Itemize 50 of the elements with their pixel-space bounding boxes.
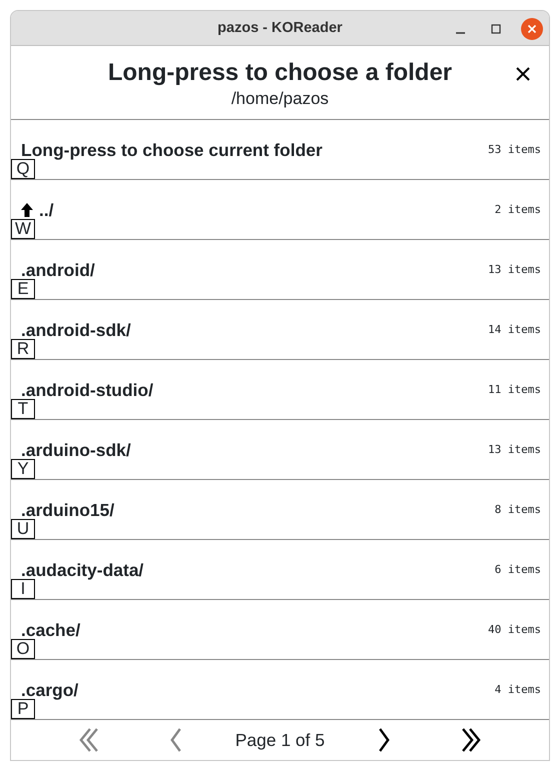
- item-count: 6 items: [494, 562, 541, 578]
- item-count: 4 items: [494, 682, 541, 698]
- folder-name: .android-sdk/: [21, 319, 131, 341]
- item-count: 8 items: [494, 502, 541, 518]
- item-count: 40 items: [488, 622, 541, 638]
- key-hint: I: [11, 579, 35, 599]
- folder-row[interactable]: .android/ 13 items E: [11, 240, 549, 300]
- folder-row[interactable]: .arduino15/ 8 items U: [11, 480, 549, 540]
- page-indicator: Page 1 of 5: [235, 728, 325, 752]
- key-hint: U: [11, 519, 35, 539]
- folder-name: .audacity-data/: [21, 559, 144, 581]
- folder-name: .cache/: [21, 619, 80, 641]
- folder-name: .android/: [21, 259, 95, 281]
- folder-name: .cargo/: [21, 679, 78, 701]
- key-hint: O: [11, 639, 35, 659]
- folder-row[interactable]: .audacity-data/ 6 items I: [11, 540, 549, 600]
- up-arrow-icon: [21, 203, 33, 217]
- folder-path: /home/pazos: [231, 89, 329, 108]
- dialog-title: Long-press to choose a folder: [108, 58, 452, 88]
- folder-name: .arduino15/: [21, 499, 114, 521]
- key-hint: T: [11, 399, 35, 419]
- choose-current-label: Long-press to choose current folder: [21, 139, 322, 161]
- minimize-icon: [456, 32, 464, 34]
- key-hint: E: [11, 279, 35, 299]
- item-count: 53 items: [488, 142, 541, 158]
- item-count: 11 items: [488, 382, 541, 398]
- key-hint: W: [11, 219, 35, 239]
- folder-row[interactable]: .cargo/ 4 items P: [11, 660, 549, 720]
- close-button[interactable]: [521, 18, 543, 40]
- folder-row[interactable]: ../ 2 items W: [11, 180, 549, 240]
- item-count: 2 items: [494, 202, 541, 218]
- item-count: 14 items: [488, 322, 541, 338]
- key-hint: Q: [11, 159, 35, 179]
- window-title: pazos - KOReader: [218, 20, 342, 36]
- folder-row[interactable]: .arduino-sdk/ 13 items Y: [11, 420, 549, 480]
- folder-name: .android-studio/: [21, 379, 154, 401]
- folder-name: .arduino-sdk/: [21, 439, 131, 461]
- maximize-icon: [491, 24, 501, 34]
- folder-row[interactable]: .android-studio/ 11 items T: [11, 360, 549, 420]
- key-hint: R: [11, 339, 35, 359]
- key-hint: Y: [11, 459, 35, 479]
- folder-row[interactable]: .cache/ 40 items O: [11, 600, 549, 660]
- folder-row[interactable]: Long-press to choose current folder 53 items Q: [11, 120, 549, 180]
- item-count: 13 items: [488, 442, 541, 458]
- folder-row[interactable]: .android-sdk/ 14 items R: [11, 300, 549, 360]
- folder-name: ../: [39, 199, 54, 221]
- close-icon[interactable]: [515, 66, 531, 82]
- key-hint: P: [11, 699, 35, 719]
- close-icon: [527, 24, 537, 34]
- item-count: 13 items: [488, 262, 541, 278]
